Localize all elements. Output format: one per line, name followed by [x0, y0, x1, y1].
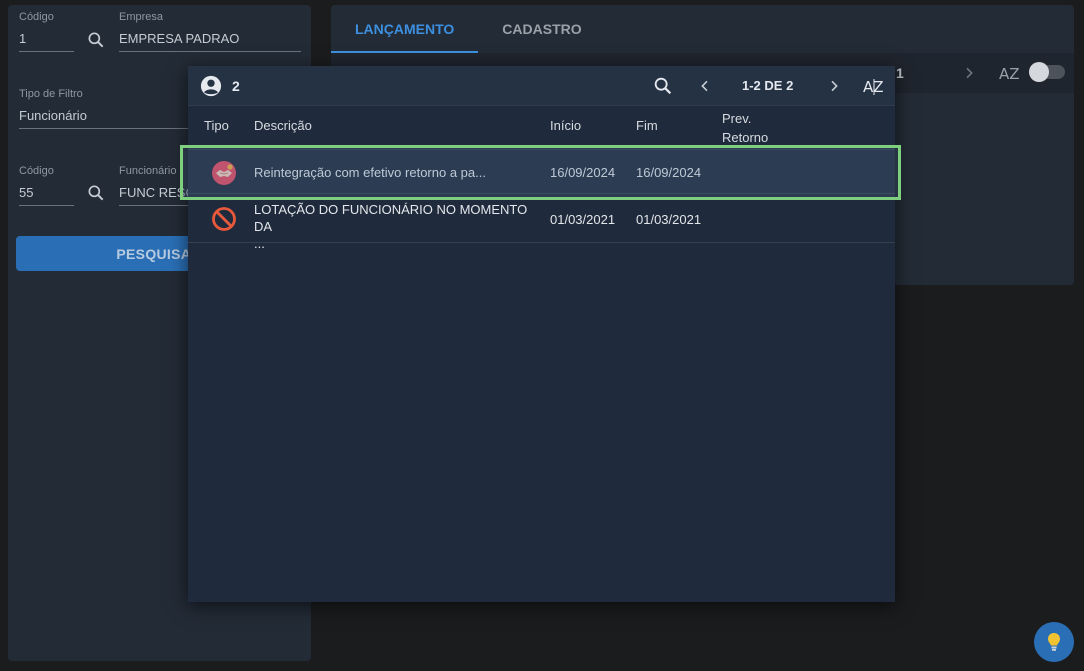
- lightbulb-icon: [1048, 633, 1060, 651]
- empresa-field[interactable]: Empresa EMPRESA PADRAO: [119, 11, 301, 52]
- row-inicio: 01/03/2021: [550, 212, 616, 227]
- row-descricao: Reintegração com efetivo retorno a pa...: [254, 165, 486, 180]
- codigo-funcionario-label: Código: [19, 165, 54, 177]
- table-row[interactable]: Reintegração com efetivo retorno a pa...…: [188, 149, 895, 194]
- search-icon[interactable]: [86, 30, 106, 50]
- modal-header: 2 1-2 DE 2 AZ: [188, 66, 895, 106]
- search-icon[interactable]: [652, 75, 674, 97]
- svg-text:AZ: AZ: [863, 78, 884, 96]
- toggle-switch[interactable]: [1029, 62, 1065, 82]
- codigo-funcionario-value: 55: [19, 185, 34, 200]
- chevron-right-icon[interactable]: [961, 65, 977, 81]
- afastamento-modal: 2 1-2 DE 2 AZ Tipo Descrição Início Fim …: [188, 66, 895, 602]
- col-inicio[interactable]: Início: [550, 118, 581, 133]
- row-inicio: 16/09/2024: [550, 165, 616, 180]
- col-descricao[interactable]: Descrição: [254, 118, 312, 133]
- svg-text:AZ: AZ: [999, 65, 1020, 83]
- row-fim: 16/09/2024: [636, 165, 702, 180]
- empresa-value: EMPRESA PADRAO: [119, 31, 240, 46]
- codigo-empresa-field[interactable]: Código 1: [19, 11, 74, 52]
- handshake-icon: [212, 161, 236, 185]
- codigo-empresa-value: 1: [19, 31, 27, 46]
- record-count: 2: [232, 78, 240, 94]
- sort-az-icon[interactable]: AZ: [998, 62, 1022, 84]
- codigo-funcionario-field[interactable]: Código 55: [19, 165, 74, 206]
- table-row[interactable]: LOTAÇÃO DO FUNCIONÁRIO NO MOMENTO DA ...…: [188, 194, 895, 251]
- help-button[interactable]: [1034, 622, 1074, 662]
- col-fim[interactable]: Fim: [636, 118, 658, 133]
- chevron-right-icon[interactable]: [826, 78, 842, 94]
- search-icon[interactable]: [86, 183, 106, 203]
- empresa-label: Empresa: [119, 11, 164, 23]
- col-tipo[interactable]: Tipo: [204, 118, 229, 133]
- codigo-empresa-label: Código: [19, 11, 54, 23]
- tab-bar: LANÇAMENTO CADASTRO: [331, 5, 606, 53]
- tab-cadastro[interactable]: CADASTRO: [478, 5, 605, 53]
- modal-pagination: 1-2 DE 2: [742, 78, 794, 93]
- tab-lancamento[interactable]: LANÇAMENTO: [331, 5, 479, 53]
- row-descricao: LOTAÇÃO DO FUNCIONÁRIO NO MOMENTO DA ...: [254, 202, 528, 251]
- sort-az-icon[interactable]: AZ: [862, 75, 886, 97]
- col-prev-retorno[interactable]: Prev. Retorno: [722, 109, 768, 147]
- row-fim: 01/03/2021: [636, 212, 702, 227]
- prohibited-icon: [212, 207, 236, 231]
- chevron-left-icon[interactable]: [697, 78, 713, 94]
- account-circle-icon: [200, 75, 222, 97]
